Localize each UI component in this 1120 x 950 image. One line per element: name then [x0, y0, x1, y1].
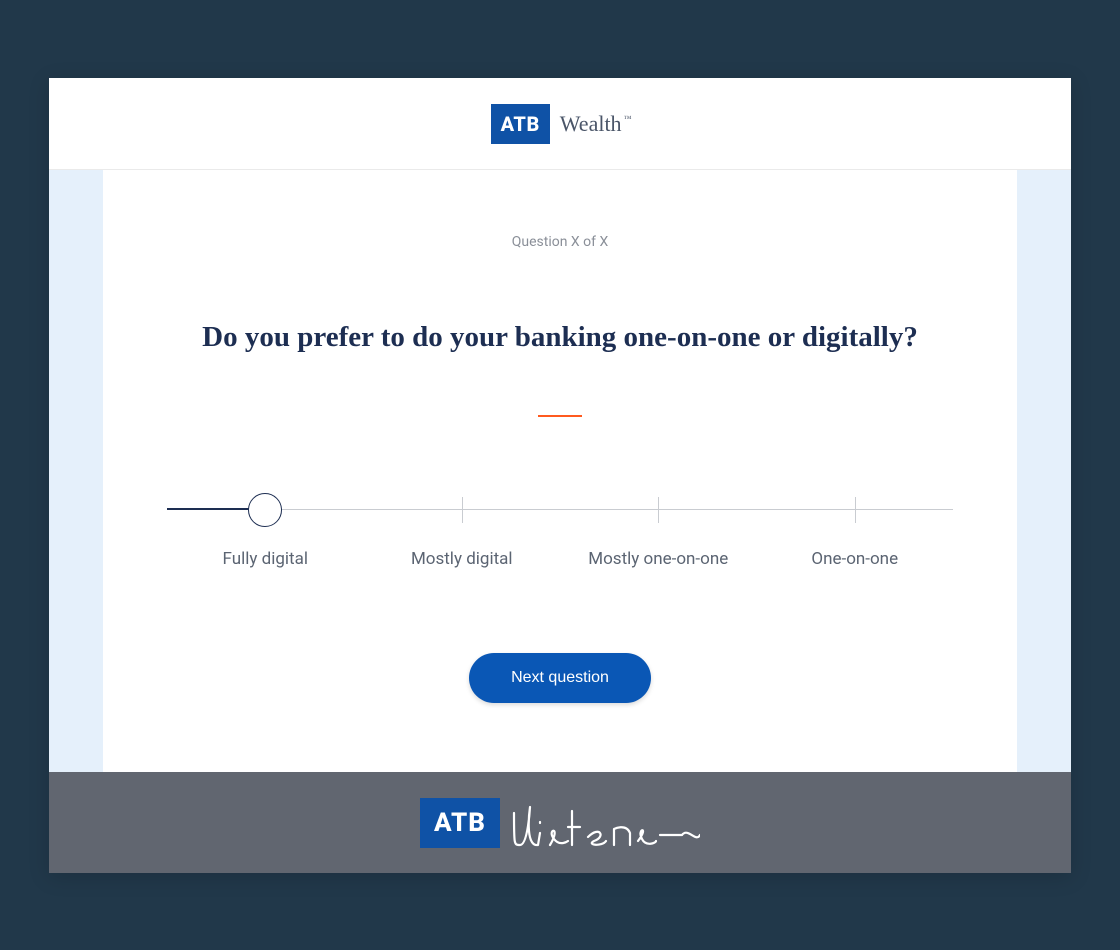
slider-option-label: One-on-one [811, 549, 898, 569]
slider-track[interactable] [167, 493, 953, 527]
footer-logo-group: ATB [420, 795, 700, 851]
slider-option-label: Mostly digital [411, 549, 513, 569]
slider-tick [462, 497, 463, 523]
listens-script-icon [510, 795, 700, 851]
atb-logo-box: ATB [491, 104, 550, 144]
slider-option-label: Fully digital [223, 549, 308, 569]
slider-labels: Fully digital Mostly digital Mostly one-… [167, 549, 953, 575]
question-text: Do you prefer to do your banking one-on-… [163, 318, 957, 357]
header-bar: ATB Wealth [49, 78, 1071, 170]
slider-handle[interactable] [248, 493, 282, 527]
wealth-wordmark: Wealth [560, 111, 630, 137]
slider-tick [855, 497, 856, 523]
question-counter: Question X of X [163, 234, 957, 250]
slider-baseline [167, 509, 953, 510]
preference-slider[interactable]: Fully digital Mostly digital Mostly one-… [163, 493, 957, 575]
accent-divider [538, 415, 582, 417]
question-card: Question X of X Do you prefer to do your… [103, 170, 1017, 772]
footer-bar: ATB [49, 772, 1071, 873]
next-question-button[interactable]: Next question [469, 653, 651, 703]
slider-option-label: Mostly one-on-one [588, 549, 728, 569]
atb-logo-box: ATB [420, 798, 500, 848]
survey-frame: ATB Wealth Question X of X Do you prefer… [49, 78, 1071, 873]
slider-tick [658, 497, 659, 523]
